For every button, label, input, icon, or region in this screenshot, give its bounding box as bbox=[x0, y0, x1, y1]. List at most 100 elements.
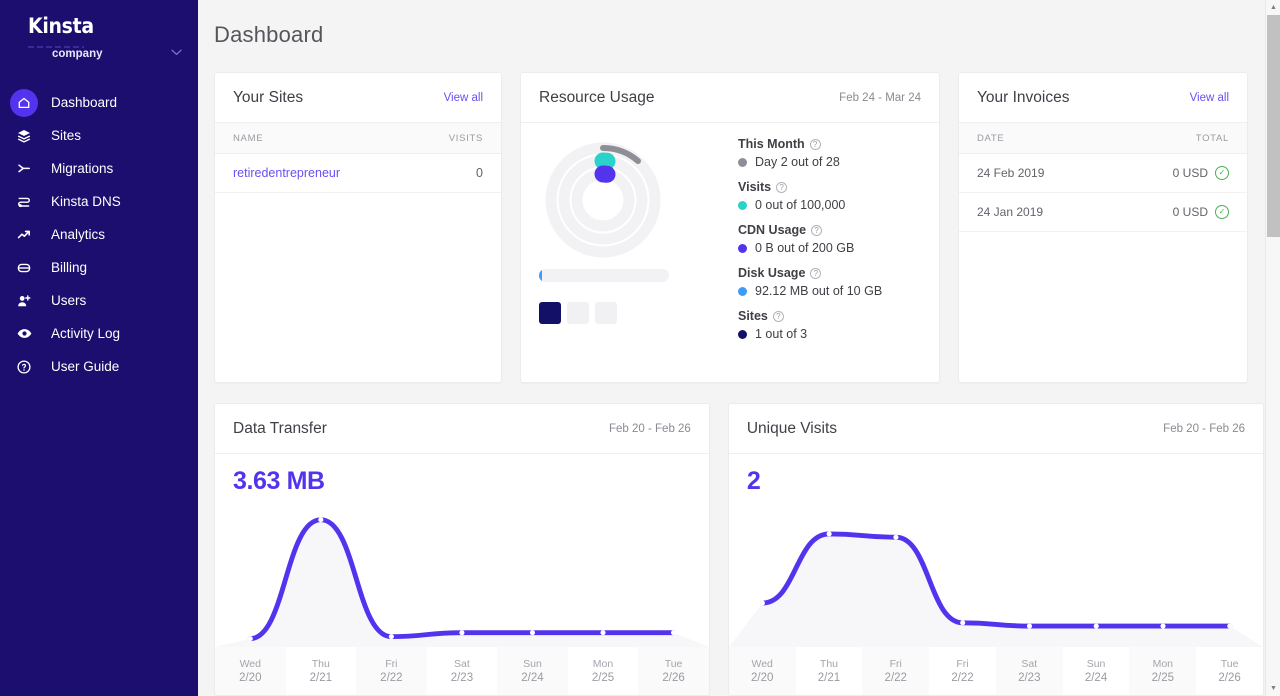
sidebar-item-label: Users bbox=[51, 293, 86, 308]
sidebar-item-migrations[interactable]: Migrations bbox=[0, 152, 198, 185]
triangle-up-icon[interactable]: ▲ bbox=[1266, 0, 1280, 15]
unique-visits-card: Unique Visits Feb 20 - Feb 26 2 Wed 2/20… bbox=[728, 403, 1264, 696]
card-header: Resource Usage Feb 24 - Mar 24 bbox=[521, 73, 939, 123]
column-header-visits: VISITS bbox=[449, 133, 483, 144]
unique-visits-total: 2 bbox=[729, 454, 1263, 496]
card-title: Your Sites bbox=[233, 89, 303, 107]
axis-tick-date: 2/24 bbox=[521, 672, 543, 684]
question-circle-icon[interactable]: ? bbox=[810, 139, 821, 150]
data-transfer-card: Data Transfer Feb 20 - Feb 26 3.63 MB We… bbox=[214, 403, 710, 696]
disk-usage-progress-bar bbox=[539, 269, 669, 282]
sidebar-item-dashboard[interactable]: Dashboard bbox=[0, 86, 198, 119]
sidebar-item-users[interactable]: Users bbox=[0, 284, 198, 317]
metric-value: 92.12 MB out of 10 GB bbox=[755, 284, 882, 298]
sidebar-item-label: User Guide bbox=[51, 359, 119, 374]
company-name: company bbox=[52, 48, 103, 60]
sidebar-nav: Dashboard Sites bbox=[0, 86, 198, 383]
axis-tick: Wed 2/20 bbox=[729, 647, 796, 695]
sidebar-item-label: Sites bbox=[51, 128, 81, 143]
sidebar-item-label: Billing bbox=[51, 260, 87, 275]
chevron-down-icon bbox=[171, 49, 182, 59]
resource-usage-card: Resource Usage Feb 24 - Mar 24 bbox=[520, 72, 940, 383]
invoices-view-all-link[interactable]: View all bbox=[1190, 92, 1229, 104]
resource-body: This Month ? Day 2 out of 28 Visits bbox=[521, 123, 939, 341]
axis-tick-day: Sat bbox=[454, 658, 470, 670]
scrollbar-thumb[interactable] bbox=[1267, 15, 1280, 237]
vertical-scrollbar[interactable]: ▲ ▼ bbox=[1265, 0, 1280, 696]
chart-body: 3.63 MB Wed 2/20 Thu 2/21 Fri 2/22 Sat 2… bbox=[215, 454, 709, 695]
question-circle-icon[interactable]: ? bbox=[773, 311, 784, 322]
axis-tick-date: 2/22 bbox=[951, 672, 973, 684]
site-name-link[interactable]: retiredentrepreneur bbox=[233, 166, 340, 180]
main-content: Dashboard Your Sites View all NAME VISIT… bbox=[198, 0, 1280, 696]
card-title: Resource Usage bbox=[539, 89, 654, 107]
dns-icon bbox=[10, 188, 38, 216]
kinsta-logo: Kinsta bbox=[28, 14, 198, 38]
metric-label: This Month bbox=[738, 137, 805, 151]
axis-tick-day: Fri bbox=[385, 658, 397, 670]
axis-tick: Tue 2/26 bbox=[1196, 647, 1263, 695]
migration-icon bbox=[10, 155, 38, 183]
table-row[interactable]: 24 Feb 2019 0 USD ✓ bbox=[959, 154, 1247, 193]
sidebar-item-user-guide[interactable]: User Guide bbox=[0, 350, 198, 383]
column-header-total: TOTAL bbox=[1196, 133, 1229, 144]
card-header: Your Invoices View all bbox=[959, 73, 1247, 123]
column-header-date: DATE bbox=[977, 133, 1004, 144]
unique-visits-plot bbox=[729, 494, 1263, 647]
axis-tick: Sun 2/24 bbox=[1063, 647, 1130, 695]
resource-visuals bbox=[539, 135, 724, 341]
card-header: Your Sites View all bbox=[215, 73, 501, 123]
question-circle-icon[interactable]: ? bbox=[810, 268, 821, 279]
sites-table-header: NAME VISITS bbox=[215, 123, 501, 154]
column-header-name: NAME bbox=[233, 133, 263, 144]
your-sites-card: Your Sites View all NAME VISITS retirede… bbox=[214, 72, 502, 383]
axis-tick: Fri 2/22 bbox=[356, 647, 427, 695]
metric-value: Day 2 out of 28 bbox=[755, 155, 840, 169]
metric-label: CDN Usage bbox=[738, 223, 806, 237]
usage-donut-chart bbox=[537, 141, 687, 259]
axis-tick-day: Tue bbox=[665, 658, 683, 670]
chart-daterange: Feb 20 - Feb 26 bbox=[1163, 423, 1245, 435]
home-icon bbox=[10, 89, 38, 117]
axis-tick-day: Wed bbox=[240, 658, 261, 670]
sidebar-item-analytics[interactable]: Analytics bbox=[0, 218, 198, 251]
axis-tick-day: Fri bbox=[956, 658, 968, 670]
metric-value: 0 B out of 200 GB bbox=[755, 241, 854, 255]
axis-tick: Sat 2/23 bbox=[996, 647, 1063, 695]
metric-color-dot bbox=[738, 244, 747, 253]
sidebar-item-billing[interactable]: Billing bbox=[0, 251, 198, 284]
company-selector[interactable]: company bbox=[0, 38, 198, 64]
question-circle-icon[interactable]: ? bbox=[811, 225, 822, 236]
user-plus-icon bbox=[10, 287, 38, 315]
invoices-table-header: DATE TOTAL bbox=[959, 123, 1247, 154]
metric-cdn-usage: CDN Usage ? 0 B out of 200 GB bbox=[738, 223, 882, 255]
sites-count-squares bbox=[539, 302, 724, 324]
chart-daterange: Feb 20 - Feb 26 bbox=[609, 423, 691, 435]
question-circle-icon[interactable]: ? bbox=[776, 182, 787, 193]
axis-tick-date: 2/26 bbox=[1218, 672, 1240, 684]
axis-tick: Sun 2/24 bbox=[497, 647, 568, 695]
metric-value: 1 out of 3 bbox=[755, 327, 807, 341]
sidebar-item-sites[interactable]: Sites bbox=[0, 119, 198, 152]
dashboard-row-top: Your Sites View all NAME VISITS retirede… bbox=[198, 72, 1280, 383]
axis-tick: Mon 2/25 bbox=[1129, 647, 1196, 695]
axis-tick-day: Sun bbox=[523, 658, 542, 670]
card-title: Unique Visits bbox=[747, 420, 837, 438]
metric-color-dot bbox=[738, 330, 747, 339]
axis-tick-date: 2/25 bbox=[592, 672, 614, 684]
data-transfer-total: 3.63 MB bbox=[215, 454, 709, 496]
metric-color-dot bbox=[738, 201, 747, 210]
table-row[interactable]: retiredentrepreneur 0 bbox=[215, 154, 501, 193]
axis-tick: Mon 2/25 bbox=[568, 647, 639, 695]
axis-tick: Thu 2/21 bbox=[286, 647, 357, 695]
dashboard-row-bottom: Data Transfer Feb 20 - Feb 26 3.63 MB We… bbox=[198, 403, 1280, 696]
sites-view-all-link[interactable]: View all bbox=[444, 92, 483, 104]
metric-color-dot bbox=[738, 158, 747, 167]
triangle-down-icon[interactable]: ▼ bbox=[1266, 681, 1280, 696]
sidebar-item-label: Dashboard bbox=[51, 95, 117, 110]
sidebar-item-label: Activity Log bbox=[51, 326, 120, 341]
table-row[interactable]: 24 Jan 2019 0 USD ✓ bbox=[959, 193, 1247, 232]
sidebar-item-kinsta-dns[interactable]: Kinsta DNS bbox=[0, 185, 198, 218]
axis-tick-day: Thu bbox=[312, 658, 330, 670]
sidebar-item-activity-log[interactable]: Activity Log bbox=[0, 317, 198, 350]
